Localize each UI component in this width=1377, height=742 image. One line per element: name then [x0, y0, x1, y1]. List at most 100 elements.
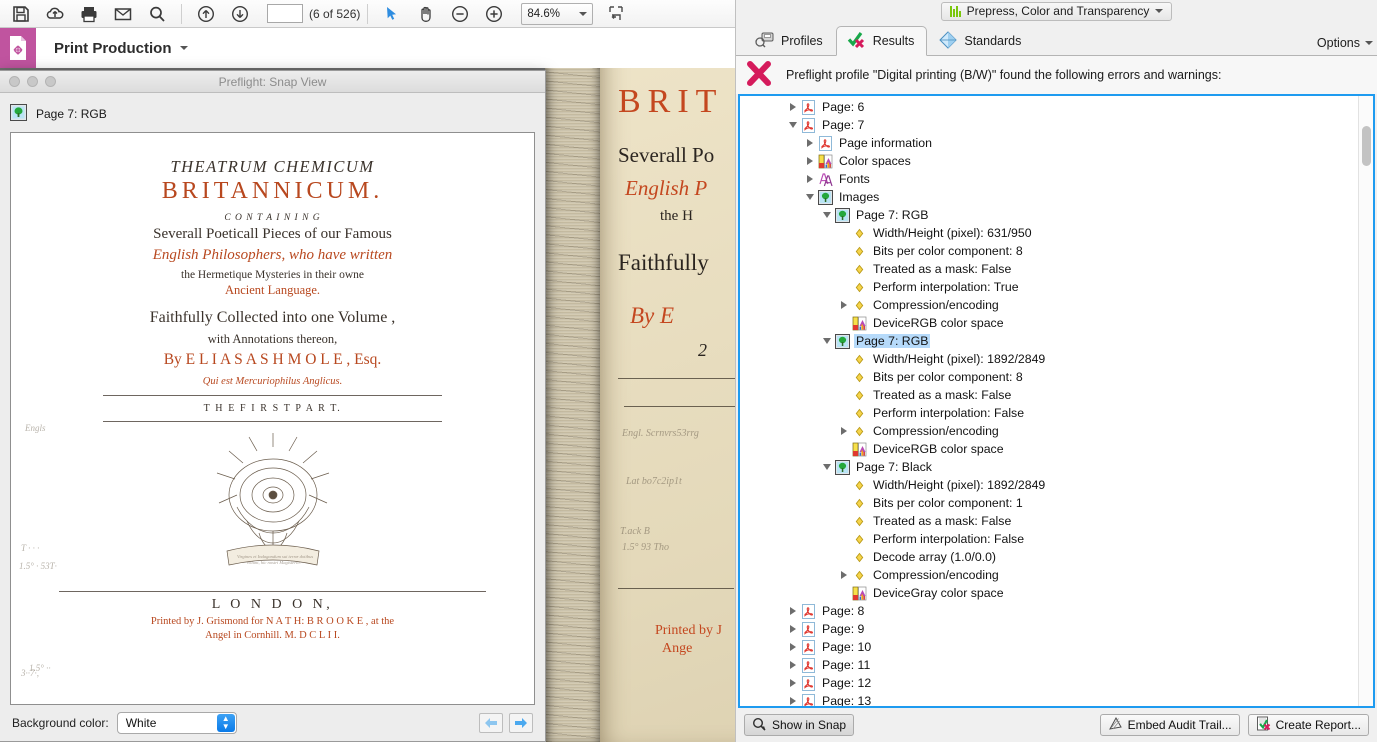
- tree-row[interactable]: Fonts: [740, 170, 1358, 188]
- tree-row[interactable]: Color spaces: [740, 152, 1358, 170]
- expand-triangle-icon[interactable]: [786, 679, 800, 687]
- tree-row[interactable]: Bits per color component: 8: [740, 242, 1358, 260]
- expand-triangle-icon[interactable]: [786, 625, 800, 633]
- collapse-triangle-icon[interactable]: [786, 122, 800, 128]
- tree-row[interactable]: Width/Height (pixel): 1892/2849: [740, 476, 1358, 494]
- expand-triangle-icon[interactable]: [837, 427, 851, 435]
- tree-row[interactable]: Page: 13: [740, 692, 1358, 706]
- workspace-selector-label: Prepress, Color and Transparency: [966, 4, 1150, 18]
- tree-row[interactable]: Treated as a mask: False: [740, 386, 1358, 404]
- background-color-select[interactable]: White ▲ ▼: [116, 712, 237, 734]
- tree-scrollbar[interactable]: [1358, 96, 1373, 706]
- expand-triangle-icon[interactable]: [786, 697, 800, 705]
- tree-row[interactable]: Images: [740, 188, 1358, 206]
- tree-row[interactable]: Page: 8: [740, 602, 1358, 620]
- print-icon[interactable]: [72, 1, 106, 27]
- tree-row[interactable]: DeviceGray color space: [740, 584, 1358, 602]
- previous-object-button[interactable]: [479, 713, 503, 733]
- snap-view-window[interactable]: Preflight: Snap View Page 7: RGB THEATRU…: [0, 70, 546, 742]
- tree-row[interactable]: Page information: [740, 134, 1358, 152]
- snap-object-label: Page 7: RGB: [36, 107, 107, 121]
- tree-row-label: Page: 13: [822, 694, 872, 706]
- image-object-icon: [817, 189, 833, 205]
- collapse-triangle-icon[interactable]: [820, 212, 834, 218]
- pdf-page-icon: [800, 639, 816, 655]
- expand-triangle-icon[interactable]: [837, 301, 851, 309]
- upload-cloud-icon[interactable]: [38, 1, 72, 27]
- snap-view-canvas[interactable]: THEATRUM CHEMICUM BRITANNICUM. C O N T A…: [10, 132, 535, 705]
- expand-triangle-icon[interactable]: [786, 103, 800, 111]
- tree-row[interactable]: Compression/encoding: [740, 296, 1358, 314]
- preflight-results-tree[interactable]: Page: 6 Page: 7 Page information Color spac…: [740, 96, 1358, 706]
- show-in-snap-button[interactable]: Show in Snap: [744, 714, 855, 736]
- snap-view-title: Preflight: Snap View: [218, 74, 327, 89]
- previous-page-icon[interactable]: [189, 1, 223, 27]
- tree-row[interactable]: Decode array (1.0/0.0): [740, 548, 1358, 566]
- fit-page-icon[interactable]: [599, 1, 633, 27]
- pdf-page-icon: [800, 621, 816, 637]
- expand-triangle-icon[interactable]: [803, 175, 817, 183]
- collapse-triangle-icon[interactable]: [820, 338, 834, 344]
- tree-row[interactable]: Width/Height (pixel): 1892/2849: [740, 350, 1358, 368]
- tree-row[interactable]: Perform interpolation: False: [740, 530, 1358, 548]
- print-production-bar: Print Production: [0, 28, 740, 68]
- tree-row[interactable]: Perform interpolation: True: [740, 278, 1358, 296]
- tree-row[interactable]: Perform interpolation: False: [740, 404, 1358, 422]
- tree-row[interactable]: Bits per color component: 1: [740, 494, 1358, 512]
- expand-triangle-icon[interactable]: [803, 139, 817, 147]
- options-menu[interactable]: Options: [1317, 36, 1373, 56]
- select-tool[interactable]: [375, 1, 409, 27]
- tab-results[interactable]: Results: [835, 26, 928, 56]
- tree-row[interactable]: Page: 6: [740, 98, 1358, 116]
- tab-standards[interactable]: Standards: [927, 26, 1034, 56]
- collapse-triangle-icon[interactable]: [820, 464, 834, 470]
- tree-row[interactable]: Compression/encoding: [740, 566, 1358, 584]
- tree-row[interactable]: Page: 11: [740, 656, 1358, 674]
- tree-row[interactable]: Page: 9: [740, 620, 1358, 638]
- scrollbar-thumb[interactable]: [1362, 126, 1371, 166]
- panel-title[interactable]: Print Production: [54, 40, 188, 57]
- email-icon[interactable]: [106, 1, 140, 27]
- next-object-button[interactable]: [509, 713, 533, 733]
- tree-row[interactable]: Bits per color component: 8: [740, 368, 1358, 386]
- expand-triangle-icon[interactable]: [837, 571, 851, 579]
- preflight-action-bar: Show in Snap Embed Audit Trail... Create…: [736, 708, 1377, 742]
- tree-row-label: Page: 10: [822, 640, 872, 654]
- embed-audit-trail-button[interactable]: Embed Audit Trail...: [1099, 714, 1240, 736]
- tree-row[interactable]: Page: 12: [740, 674, 1358, 692]
- tree-row[interactable]: DeviceRGB color space: [740, 314, 1358, 332]
- toolbar-divider-2: [367, 3, 369, 24]
- tab-profiles[interactable]: Profiles: [744, 26, 836, 56]
- tree-row[interactable]: Page: 7: [740, 116, 1358, 134]
- expand-triangle-icon[interactable]: [786, 643, 800, 651]
- tree-row[interactable]: DeviceRGB color space: [740, 440, 1358, 458]
- next-page-icon[interactable]: [223, 1, 257, 27]
- workspace-selector[interactable]: Prepress, Color and Transparency: [940, 1, 1173, 21]
- tree-row[interactable]: Width/Height (pixel): 631/950: [740, 224, 1358, 242]
- tree-row[interactable]: Compression/encoding: [740, 422, 1358, 440]
- tree-row[interactable]: Treated as a mask: False: [740, 260, 1358, 278]
- collapse-triangle-icon[interactable]: [803, 194, 817, 200]
- print-production-icon[interactable]: [0, 28, 36, 68]
- expand-triangle-icon[interactable]: [786, 607, 800, 615]
- snap-nav-arrows[interactable]: [479, 713, 533, 733]
- page-number-input[interactable]: [267, 4, 303, 23]
- tree-row[interactable]: Page 7: Black: [740, 458, 1358, 476]
- zoom-level-select[interactable]: 84.6%: [521, 2, 594, 25]
- tree-row-label: Color spaces: [839, 154, 911, 168]
- stepper-icon[interactable]: ▲ ▼: [216, 714, 235, 732]
- tree-row[interactable]: Page 7: RGB: [740, 332, 1358, 350]
- snap-view-titlebar[interactable]: Preflight: Snap View: [0, 71, 545, 93]
- save-icon[interactable]: [4, 1, 38, 27]
- tree-row[interactable]: Page: 10: [740, 638, 1358, 656]
- expand-triangle-icon[interactable]: [786, 661, 800, 669]
- tree-row[interactable]: Page 7: RGB: [740, 206, 1358, 224]
- hand-tool[interactable]: [409, 1, 443, 27]
- create-report-button[interactable]: Create Report...: [1247, 714, 1369, 736]
- search-icon[interactable]: [140, 1, 174, 27]
- zoom-out-icon[interactable]: [443, 1, 477, 27]
- facsimile-line-9: with Annotations thereon,: [207, 332, 338, 346]
- expand-triangle-icon[interactable]: [803, 157, 817, 165]
- tree-row[interactable]: Treated as a mask: False: [740, 512, 1358, 530]
- zoom-in-icon[interactable]: [477, 1, 511, 27]
